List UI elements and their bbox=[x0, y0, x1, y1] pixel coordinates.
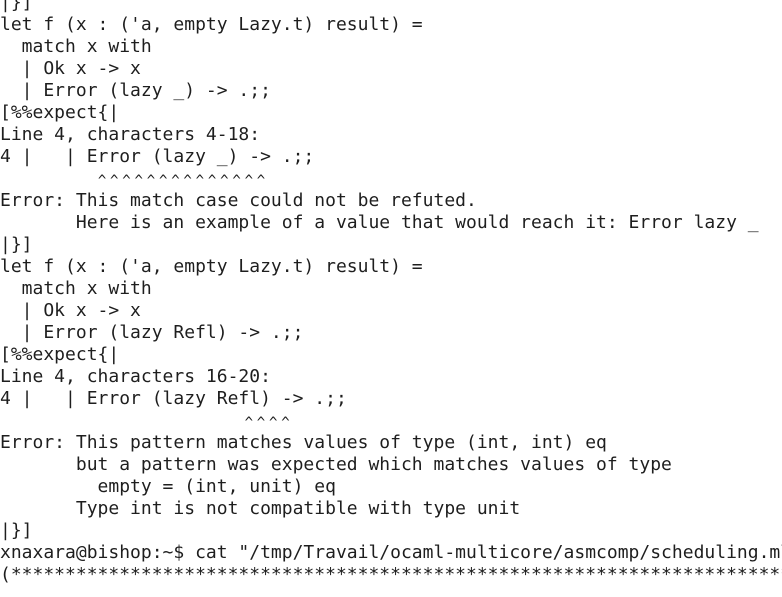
terminal-line: Error: This pattern matches values of ty… bbox=[0, 432, 607, 453]
terminal-line: [%%expect{| bbox=[0, 102, 120, 123]
terminal-line: | Ok x -> x bbox=[0, 300, 141, 321]
terminal-line: match x with bbox=[0, 36, 152, 57]
terminal-line: | Ok x -> x bbox=[0, 58, 141, 79]
terminal-line: [%%expect{| bbox=[0, 344, 120, 365]
terminal-line: 4 | | Error (lazy _) -> .;; bbox=[0, 146, 315, 167]
terminal-line: but a pattern was expected which matches… bbox=[0, 454, 672, 475]
terminal-line: Type int is not compatible with type uni… bbox=[0, 498, 521, 519]
terminal-line: 4 | | Error (lazy Refl) -> .;; bbox=[0, 388, 347, 409]
terminal-line: Error: This match case could not be refu… bbox=[0, 190, 477, 211]
terminal-line: let f (x : ('a, empty Lazy.t) result) = bbox=[0, 256, 423, 277]
terminal-line: match x with bbox=[0, 278, 152, 299]
terminal-line: Line 4, characters 4-18: bbox=[0, 124, 261, 145]
error-caret-line: ^^^^ bbox=[0, 415, 294, 431]
terminal-line: Line 4, characters 16-20: bbox=[0, 366, 271, 387]
terminal-line: Here is an example of a value that would… bbox=[0, 212, 759, 233]
terminal-line: empty = (int, unit) eq bbox=[0, 476, 336, 497]
terminal-line: let f (x : ('a, empty Lazy.t) result) = bbox=[0, 14, 423, 35]
shell-prompt-command: xnaxara@bishop:~$ cat "/tmp/Travail/ocam… bbox=[0, 542, 782, 563]
terminal-line: |}] bbox=[0, 234, 33, 255]
terminal-line: | Error (lazy Refl) -> .;; bbox=[0, 322, 304, 343]
terminal-line: (***************************************… bbox=[0, 564, 782, 585]
terminal-line: |}] bbox=[0, 520, 33, 541]
terminal-window[interactable]: |}] let f (x : ('a, empty Lazy.t) result… bbox=[0, 0, 782, 597]
terminal-line: |}] bbox=[0, 0, 33, 13]
terminal-line: | Error (lazy _) -> .;; bbox=[0, 80, 271, 101]
error-caret-line: ^^^^^^^^^^^^^^ bbox=[0, 173, 270, 189]
